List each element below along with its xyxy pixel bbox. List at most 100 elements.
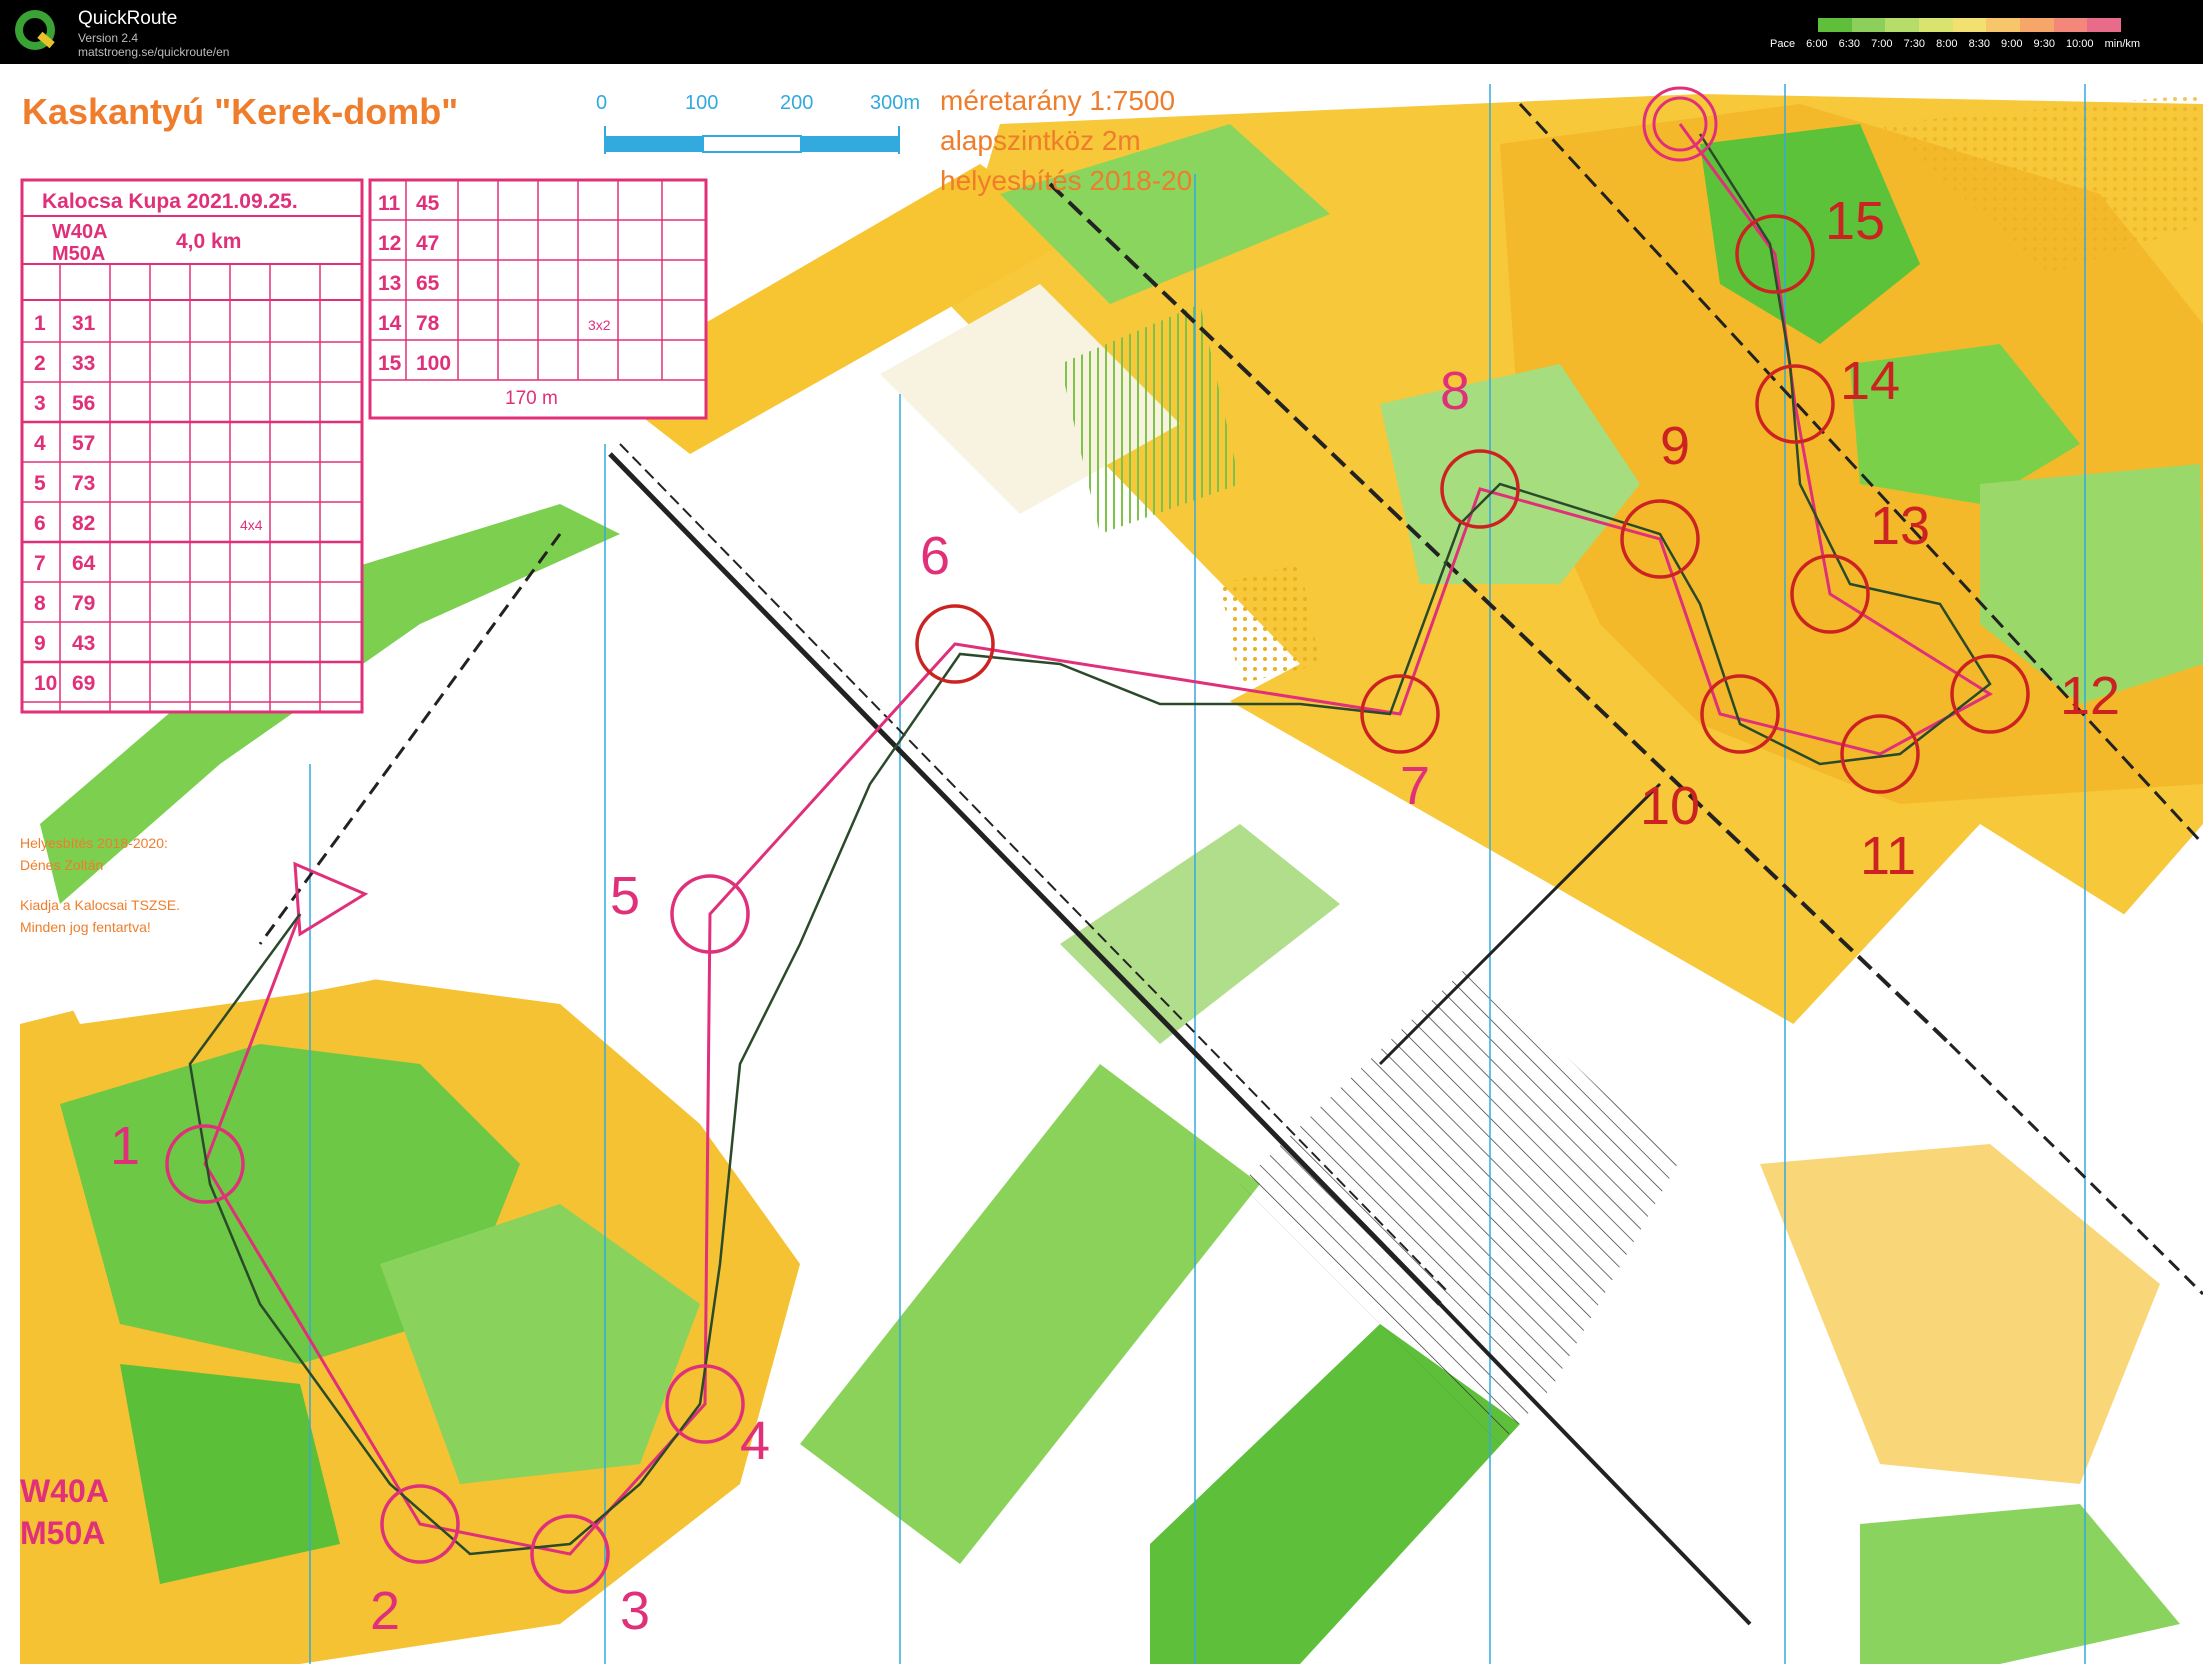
scale-label: 0 xyxy=(596,92,607,114)
pace-color-swatch xyxy=(1986,18,2021,32)
class-label: M50A xyxy=(20,1515,105,1551)
pace-color-swatch xyxy=(1919,18,1953,32)
pace-color-swatch xyxy=(1851,18,1886,32)
west-forest-edge xyxy=(40,684,620,1024)
pace-label: Pace xyxy=(1770,38,1796,50)
control-label: 10 xyxy=(1640,776,1700,836)
pace-color-swatch xyxy=(1952,18,1987,32)
control-label: 7 xyxy=(1400,756,1430,816)
south-green-strip xyxy=(1060,824,1340,1044)
control-number: 15 xyxy=(378,352,402,375)
control-number: 11 xyxy=(378,192,401,215)
map-revision: helyesbítés 2018-20 xyxy=(940,165,1192,196)
control-code: 79 xyxy=(72,592,95,615)
control-number: 8 xyxy=(34,592,46,615)
control-label: 2 xyxy=(370,1581,400,1641)
control-label: 1 xyxy=(110,1116,140,1176)
scale-bar: 0 100 200 300m xyxy=(596,92,920,154)
control-number: 10 xyxy=(34,672,57,695)
control-number: 6 xyxy=(34,512,46,535)
scale-label: 100 xyxy=(685,92,718,114)
control-label: 8 xyxy=(1440,361,1470,421)
map-canvas[interactable]: Kaskantyú "Kerek-domb" 0 100 200 300m mé… xyxy=(0,64,2203,1667)
control-code: 31 xyxy=(72,312,96,335)
control-number: 14 xyxy=(378,312,402,335)
pace-color-swatch xyxy=(1818,18,1852,32)
pace-unit: min/km xyxy=(2104,38,2141,50)
course-length: 4,0 km xyxy=(176,230,241,253)
pace-color-swatch xyxy=(1885,18,1920,32)
control-label: 4 xyxy=(740,1411,770,1471)
control-code: 47 xyxy=(416,232,439,255)
svg-text:M50A: M50A xyxy=(52,243,105,265)
title-bar: QuickRoute Version 2.4 matstroeng.se/qui… xyxy=(0,0,2203,64)
control-code: 45 xyxy=(416,192,440,215)
event-name: Kalocsa Kupa 2021.09.25. xyxy=(42,190,298,213)
control-number: 9 xyxy=(34,632,46,655)
control-code: 33 xyxy=(72,352,95,375)
control-label: 15 xyxy=(1825,191,1885,251)
pace-tick: 10:00 xyxy=(2066,38,2094,50)
app-url[interactable]: matstroeng.se/quickroute/en xyxy=(78,45,229,59)
control-label: 12 xyxy=(2060,666,2120,726)
control-code: 82 xyxy=(72,512,95,535)
control-code: 57 xyxy=(72,432,95,455)
map-title: Kaskantyú "Kerek-domb" xyxy=(22,91,458,132)
control-label: 6 xyxy=(920,526,950,586)
control-code: 100 xyxy=(416,352,451,375)
pace-tick: 6:30 xyxy=(1838,38,1861,50)
scale-label: 200 xyxy=(780,92,813,114)
app-version: Version 2.4 xyxy=(78,31,139,45)
south-green-strip xyxy=(800,1064,1260,1564)
class-label: W40A xyxy=(20,1473,109,1509)
pace-tick: 8:30 xyxy=(1968,38,1990,50)
control-extra: 4x4 xyxy=(240,517,263,533)
control-code: 56 xyxy=(72,392,95,415)
app-title: QuickRoute xyxy=(78,8,178,29)
control-label: 13 xyxy=(1870,496,1930,556)
pace-tick: 6:00 xyxy=(1806,38,1828,50)
control-number: 2 xyxy=(34,352,46,375)
pace-color-swatch xyxy=(2053,18,2088,32)
control-number: 7 xyxy=(34,552,46,575)
control-number: 13 xyxy=(378,272,401,295)
pace-color-swatch xyxy=(2020,18,2054,32)
control-code: 43 xyxy=(72,632,95,655)
credit-line: Dénes Zoltán xyxy=(20,857,103,873)
control-label: 3 xyxy=(620,1581,650,1641)
pace-color-bar xyxy=(1818,18,2122,32)
control-number: 1 xyxy=(34,312,46,335)
scale-label: 300m xyxy=(870,92,920,114)
class-names: W40A xyxy=(52,221,108,243)
control-label: 9 xyxy=(1660,416,1690,476)
finish-distance: 170 m xyxy=(505,388,558,409)
control-label: 14 xyxy=(1840,351,1900,411)
credit-line: Kiadja a Kalocsai TSZSE. xyxy=(20,897,180,913)
control-code: 65 xyxy=(416,272,440,295)
control-code: 69 xyxy=(72,672,95,695)
control-code: 73 xyxy=(72,472,95,495)
credit-line: Helyesbítés 2018-2020: xyxy=(20,835,168,851)
control-code: 64 xyxy=(72,552,96,575)
control-label: 11 xyxy=(1860,826,1916,886)
pace-color-swatch xyxy=(2087,18,2122,32)
quickroute-logo-icon xyxy=(15,10,55,50)
pace-legend: Pace 6:00 6:30 7:00 7:30 8:00 8:30 9:00 … xyxy=(1770,16,2200,56)
credit-line: Minden jog fentartva! xyxy=(20,919,151,935)
control-number: 4 xyxy=(34,432,46,455)
map-contour: alapszintköz 2m xyxy=(940,125,1141,156)
control-code: 78 xyxy=(416,312,440,335)
pace-tick: 9:00 xyxy=(2001,38,2023,50)
pace-tick: 7:30 xyxy=(1903,38,1926,50)
map-scale: méretarány 1:7500 xyxy=(940,85,1175,116)
pace-labels: Pace 6:00 6:30 7:00 7:30 8:00 8:30 9:00 … xyxy=(1770,38,2148,50)
control-extra: 3x2 xyxy=(588,317,611,333)
control-number: 3 xyxy=(34,392,46,415)
pace-tick: 8:00 xyxy=(1936,38,1958,50)
control-number: 5 xyxy=(34,472,46,495)
control-label: 5 xyxy=(610,866,640,926)
pace-tick: 9:30 xyxy=(2033,38,2055,50)
orienteering-map[interactable]: Kaskantyú "Kerek-domb" 0 100 200 300m mé… xyxy=(0,64,2203,1667)
pace-tick: 7:00 xyxy=(1871,38,1893,50)
control-number: 12 xyxy=(378,232,401,255)
